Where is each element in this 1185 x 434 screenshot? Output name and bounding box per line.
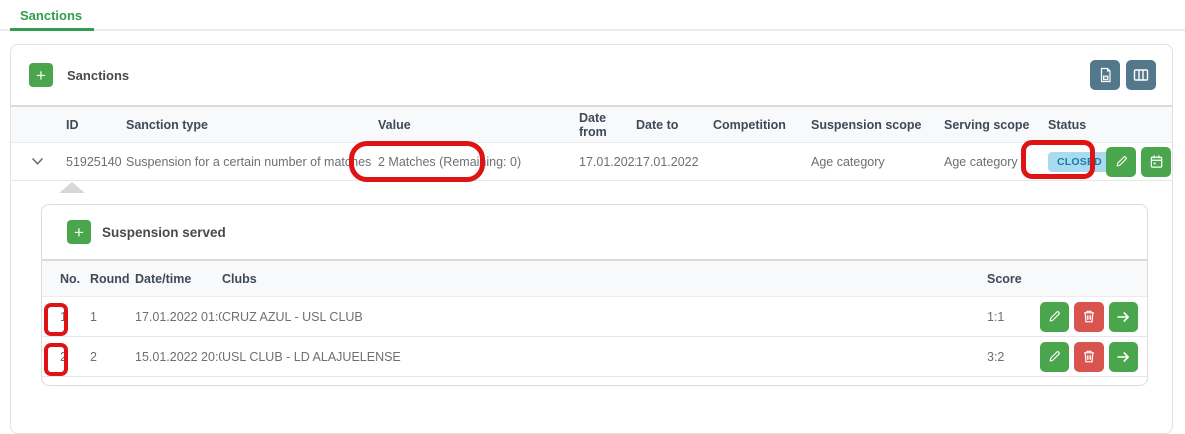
- col-round: Round: [90, 272, 135, 286]
- table-columns-icon: [1133, 68, 1149, 82]
- col-clubs: Clubs: [222, 272, 987, 286]
- pencil-icon: [1114, 154, 1129, 169]
- cell-value: 2 Matches (Remaining: 0): [378, 155, 579, 169]
- served-row-actions: [1040, 342, 1138, 372]
- matches-calendar-button[interactable]: [1141, 147, 1171, 177]
- sanctions-card: + Sanctions ID Sa: [10, 44, 1173, 434]
- sanction-row-actions: [1106, 147, 1171, 177]
- arrow-right-icon: [1116, 350, 1131, 364]
- served-row-actions: [1040, 302, 1138, 332]
- edit-sanction-button[interactable]: [1106, 147, 1136, 177]
- toggle-columns-button[interactable]: [1126, 60, 1156, 90]
- export-excel-button[interactable]: [1090, 60, 1120, 90]
- delete-served-match-button[interactable]: [1074, 342, 1103, 372]
- edit-served-match-button[interactable]: [1040, 302, 1069, 332]
- add-suspension-served-button[interactable]: +: [67, 220, 91, 244]
- cell-serving-scope: Age category: [944, 155, 1048, 169]
- collapse-row-button[interactable]: [31, 157, 66, 166]
- suspension-served-header: + Suspension served: [42, 205, 1147, 261]
- cell-sanction-type: Suspension for a certain number of match…: [126, 155, 378, 169]
- calendar-icon: [1149, 154, 1164, 169]
- cell-date-from: 17.01.2022: [579, 155, 636, 169]
- cell-datetime: 15.01.2022 20:00: [135, 350, 222, 364]
- col-no: No.: [60, 272, 90, 286]
- cell-no: 1: [60, 310, 90, 324]
- cell-suspension-scope: Age category: [811, 155, 944, 169]
- tab-bar: Sanctions: [0, 0, 1185, 31]
- suspension-served-title: Suspension served: [102, 225, 226, 240]
- sanctions-card-header: + Sanctions: [11, 45, 1172, 107]
- col-value: Value: [378, 118, 579, 132]
- goto-match-button[interactable]: [1109, 302, 1138, 332]
- panel-bottom-padding: [42, 377, 1147, 385]
- tab-sanctions-label: Sanctions: [20, 8, 82, 23]
- col-datetime: Date/time: [135, 272, 222, 286]
- col-suspension-scope: Suspension scope: [811, 118, 944, 132]
- sanction-row: 51925140 Suspension for a certain number…: [11, 143, 1172, 181]
- served-row: 2 2 15.01.2022 20:00 USL CLUB - LD ALAJU…: [42, 337, 1147, 377]
- tab-sanctions[interactable]: Sanctions: [10, 0, 94, 29]
- pencil-icon: [1047, 309, 1062, 324]
- col-id: ID: [66, 118, 126, 132]
- col-sanction-type: Sanction type: [126, 118, 378, 132]
- trash-icon: [1082, 309, 1096, 324]
- trash-icon: [1082, 349, 1096, 364]
- sanctions-table-header: ID Sanction type Value Date from Date to…: [11, 107, 1172, 143]
- chevron-down-icon: [31, 157, 44, 166]
- col-serving-scope: Serving scope: [944, 118, 1048, 132]
- suspension-served-panel: + Suspension served No. Round Date/time …: [41, 204, 1148, 386]
- col-date-to: Date to: [636, 118, 713, 132]
- served-row: 1 1 17.01.2022 01:00 CRUZ AZUL - USL CLU…: [42, 297, 1147, 337]
- arrow-right-icon: [1116, 310, 1131, 324]
- cell-score: 3:2: [987, 350, 1040, 364]
- col-competition: Competition: [713, 118, 811, 132]
- cell-score: 1:1: [987, 310, 1040, 324]
- edit-served-match-button[interactable]: [1040, 342, 1069, 372]
- cell-id: 51925140: [66, 155, 126, 169]
- cell-round: 1: [90, 310, 135, 324]
- sanctions-card-title: Sanctions: [67, 68, 129, 83]
- col-score: Score: [987, 272, 1040, 286]
- col-date-from: Date from: [579, 111, 636, 139]
- delete-served-match-button[interactable]: [1074, 302, 1103, 332]
- excel-export-icon: [1098, 67, 1113, 83]
- cell-round: 2: [90, 350, 135, 364]
- status-badge: CLOSED: [1048, 152, 1106, 172]
- goto-match-button[interactable]: [1109, 342, 1138, 372]
- pencil-icon: [1047, 349, 1062, 364]
- cell-no: 2: [60, 350, 90, 364]
- cell-clubs: CRUZ AZUL - USL CLUB: [222, 310, 987, 324]
- add-sanction-button[interactable]: +: [29, 63, 53, 87]
- cell-status: CLOSED: [1048, 152, 1106, 172]
- cell-clubs: USL CLUB - LD ALAJUELENSE: [222, 350, 987, 364]
- col-status: Status: [1048, 118, 1106, 132]
- cell-datetime: 17.01.2022 01:00: [135, 310, 222, 324]
- served-table-header: No. Round Date/time Clubs Score: [42, 261, 1147, 297]
- expanded-row-pointer: [59, 182, 85, 193]
- cell-date-to: 17.01.2022: [636, 155, 713, 169]
